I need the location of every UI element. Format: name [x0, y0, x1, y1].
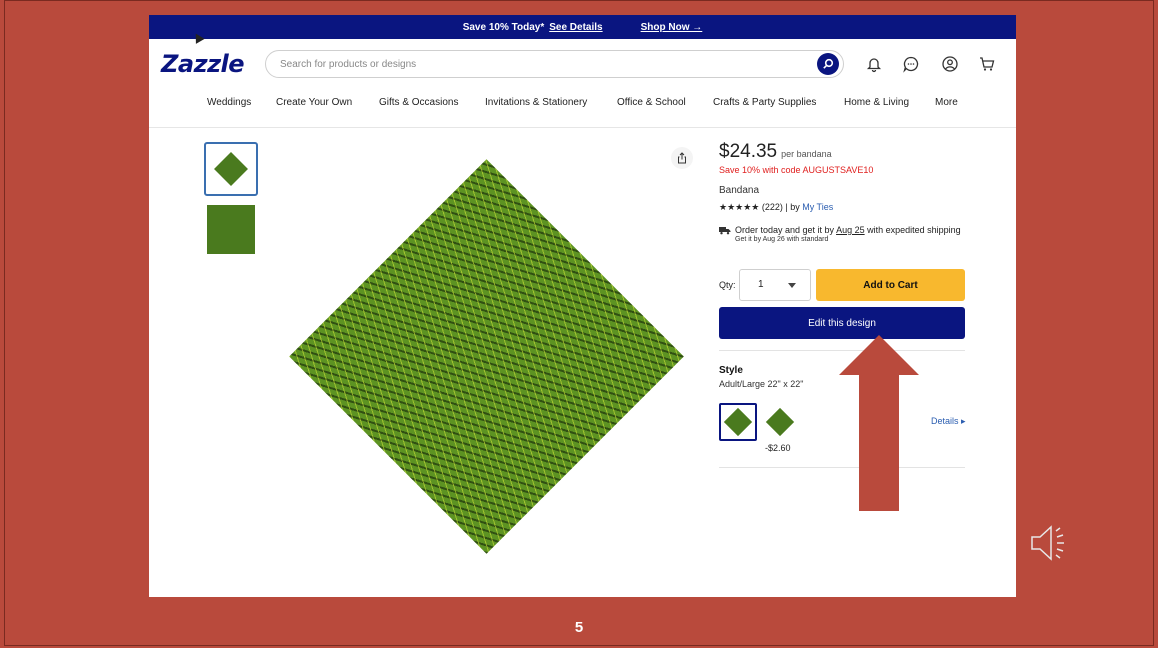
search-bar	[265, 50, 844, 78]
notifications-button[interactable]	[864, 54, 884, 74]
style-option-2[interactable]	[761, 403, 799, 441]
nav-item-invitations-stationery[interactable]: Invitations & Stationery	[485, 97, 587, 108]
product-price: $24.35 per bandana	[719, 141, 832, 163]
cart-button[interactable]	[977, 54, 997, 74]
nav-item-weddings[interactable]: Weddings	[207, 97, 251, 108]
speaker-icon[interactable]	[1029, 520, 1075, 566]
style-option-adult-large[interactable]	[719, 403, 757, 441]
nav-item-office-school[interactable]: Office & School	[617, 97, 686, 108]
promo-code-text: Save 10% with code AUGUSTSAVE10	[719, 165, 874, 175]
shipping-info: Order today and get it by Aug 25 with ex…	[719, 225, 964, 243]
bell-icon	[866, 58, 882, 73]
nav-item-gifts-occasions[interactable]: Gifts & Occasions	[379, 97, 458, 108]
browser-screenshot: Save 10% Today* See Details Shop Now → Z…	[149, 15, 1016, 597]
truck-icon	[719, 227, 731, 235]
zazzle-logo[interactable]: Zazzle	[161, 50, 245, 78]
annotation-arrow-icon	[839, 335, 919, 511]
slide-number: 5	[574, 619, 584, 636]
account-button[interactable]	[940, 54, 960, 74]
chat-icon	[903, 56, 919, 73]
search-icon	[823, 58, 834, 69]
price-value: $24.35	[719, 141, 778, 162]
thumbnail-front[interactable]	[204, 142, 258, 196]
rating-stars-count: ★★★★★ (222) | by	[719, 202, 800, 212]
quantity-value: 1	[758, 279, 764, 290]
shop-now-link[interactable]: Shop Now →	[641, 22, 703, 33]
share-icon	[678, 152, 686, 164]
promo-bar: Save 10% Today* See Details Shop Now →	[149, 15, 1016, 39]
style-value: Adult/Large 22" x 22"	[719, 379, 804, 389]
bandana-product-image	[289, 159, 684, 554]
shipping-prefix: Order today and get it by	[735, 225, 835, 235]
bandana-swatch-icon	[765, 407, 795, 437]
seller-link[interactable]: My Ties	[802, 202, 833, 212]
style-details-link[interactable]: Details ▸	[931, 416, 966, 427]
search-button[interactable]	[817, 53, 839, 75]
style-heading: Style	[719, 365, 743, 376]
share-button[interactable]	[671, 147, 693, 169]
category-nav: Weddings Create Your Own Gifts & Occasio…	[149, 97, 1016, 113]
bandana-swatch-icon	[723, 407, 753, 437]
price-unit: per bandana	[781, 149, 832, 159]
promo-text: Save 10% Today*	[462, 21, 545, 33]
nav-item-more[interactable]: More	[935, 97, 958, 108]
product-name: Bandana	[719, 185, 760, 196]
see-details-link[interactable]: See Details	[549, 22, 602, 33]
shipping-date[interactable]: Aug 25	[836, 225, 865, 235]
quantity-label: Qty:	[719, 280, 736, 290]
site-header: Zazzle	[149, 39, 1016, 89]
nav-divider	[149, 127, 1016, 128]
shipping-suffix: with expedited shipping	[867, 225, 961, 235]
search-input[interactable]	[278, 57, 802, 71]
product-rating: ★★★★★ (222) | by My Ties	[719, 202, 833, 213]
cart-icon	[980, 57, 995, 71]
add-to-cart-button[interactable]: Add to Cart	[816, 269, 965, 301]
style-option-2-price: -$2.60	[765, 443, 791, 453]
quantity-select[interactable]: 1	[739, 269, 811, 301]
bandana-thumbnail-image	[214, 152, 248, 186]
account-icon	[942, 56, 958, 72]
nav-item-home-living[interactable]: Home & Living	[844, 97, 909, 108]
messages-button[interactable]	[901, 54, 921, 74]
standard-shipping-text: Get it by Aug 26 with standard	[735, 236, 829, 243]
nav-item-create-your-own[interactable]: Create Your Own	[276, 97, 352, 108]
thumbnail-flat[interactable]	[207, 205, 255, 254]
nav-item-crafts-party-supplies[interactable]: Crafts & Party Supplies	[713, 97, 816, 108]
chevron-down-icon	[788, 283, 796, 288]
